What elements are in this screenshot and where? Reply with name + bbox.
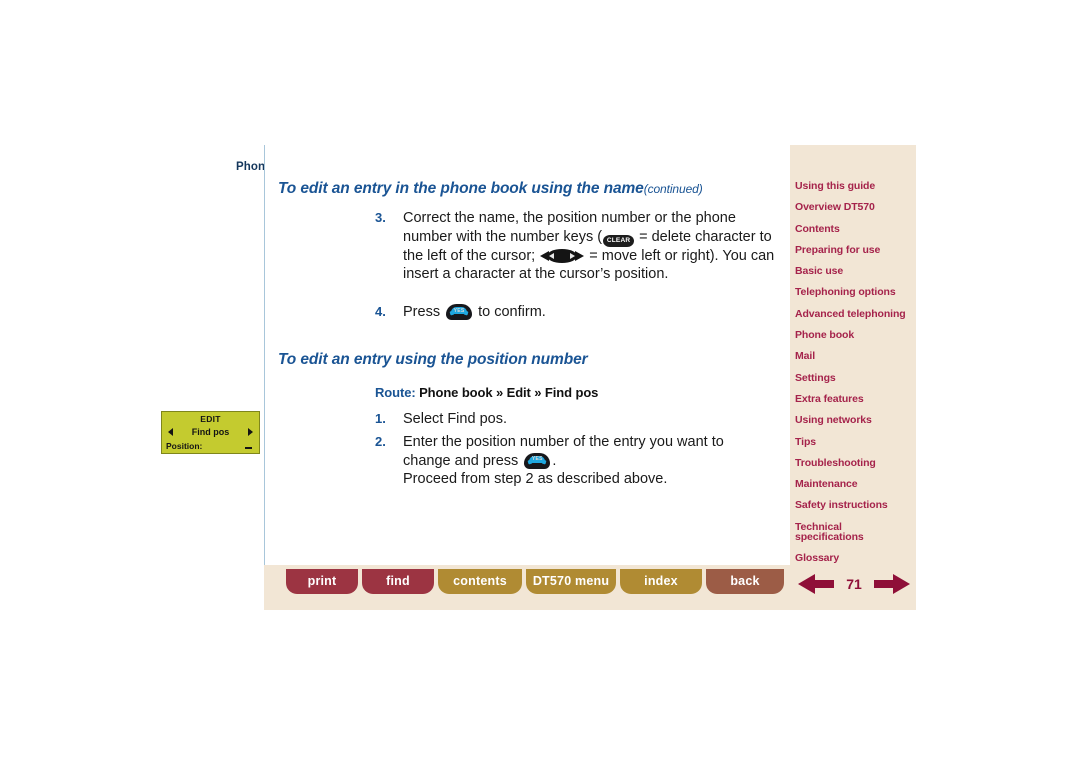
- step-number: 2.: [375, 434, 386, 449]
- sidebar-item-glossary[interactable]: Glossary: [795, 552, 912, 564]
- step-body: Select Find pos.: [403, 411, 507, 427]
- route-line: Route: Phone book » Edit » Find pos: [375, 385, 598, 400]
- stepa2-part2: .: [552, 452, 557, 469]
- sidebar-item-settings[interactable]: Settings: [795, 372, 912, 384]
- yes-key-label: YES: [453, 307, 465, 314]
- sidebar-item-technical-specifications[interactable]: Technical specifications: [795, 522, 912, 543]
- page-title: To edit an entry in the phone book using…: [278, 180, 703, 198]
- sidebar: Using this guide Overview DT570 Contents…: [790, 145, 916, 565]
- step-item-4: 4. Press YES to confirm.: [375, 303, 775, 322]
- stepa2-part1: Enter the position number of the entry y…: [403, 434, 724, 469]
- display-right-arrow-icon: [248, 428, 253, 436]
- sidebar-item-telephoning-options[interactable]: Telephoning options: [795, 287, 912, 298]
- sidebar-item-advanced-telephoning[interactable]: Advanced telephoning: [795, 308, 912, 320]
- yes-key-label: YES: [531, 456, 543, 462]
- sidebar-item-using-networks[interactable]: Using networks: [795, 415, 912, 426]
- sidebar-item-preparing-for-use[interactable]: Preparing for use: [795, 244, 912, 256]
- section-heading-position-number: To edit an entry using the position numb…: [278, 351, 588, 368]
- step-body: Correct the name, the position number or…: [403, 209, 775, 284]
- sidebar-item-phone-book[interactable]: Phone book: [795, 330, 912, 341]
- sidebar-item-overview-dt570[interactable]: Overview DT570: [795, 202, 912, 213]
- sidebar-item-tips[interactable]: Tips: [795, 436, 912, 448]
- step4-part1: Press: [403, 304, 445, 320]
- phone-display-illustration: EDIT Find pos Position:: [161, 411, 260, 454]
- sidebar-item-mail[interactable]: Mail: [795, 351, 912, 362]
- step-body: Enter the position number of the entry y…: [403, 433, 775, 489]
- print-button[interactable]: print: [286, 569, 358, 594]
- step4-part2: to confirm.: [474, 304, 546, 320]
- next-page-arrow-icon[interactable]: [874, 574, 910, 594]
- navigation-key-icon: [540, 248, 585, 263]
- step-body: Press YES to confirm.: [403, 303, 775, 322]
- dt570-menu-button[interactable]: DT570 menu: [526, 569, 616, 594]
- step-item-alt-2: 2. Enter the position number of the entr…: [375, 433, 775, 489]
- arrow-right-head: [893, 574, 910, 594]
- display-cursor: [245, 447, 252, 449]
- display-title: EDIT: [200, 414, 221, 424]
- nav-right-mark: [570, 252, 576, 259]
- sidebar-item-maintenance[interactable]: Maintenance: [795, 479, 912, 490]
- sidebar-item-contents[interactable]: Contents: [795, 223, 912, 235]
- step-item-3: 3. Correct the name, the position number…: [375, 209, 775, 284]
- index-button[interactable]: index: [620, 569, 702, 594]
- display-middle-text: Find pos: [191, 427, 230, 437]
- route-label: Route:: [375, 385, 416, 400]
- sidebar-item-troubleshooting[interactable]: Troubleshooting: [795, 457, 912, 469]
- sidebar-item-basic-use[interactable]: Basic use: [795, 266, 912, 277]
- pager: 71: [798, 568, 910, 600]
- display-bottom-text: Position:: [166, 441, 203, 451]
- page-title-text: To edit an entry in the phone book using…: [278, 180, 644, 197]
- step-number: 4.: [375, 304, 386, 319]
- step-number: 1.: [375, 411, 386, 426]
- sidebar-item-label-line2: specifications: [795, 531, 864, 544]
- sidebar-item-list: Using this guide Overview DT570 Contents…: [795, 181, 912, 574]
- page-title-continued: (continued): [643, 182, 703, 196]
- route-path: Phone book » Edit » Find pos: [419, 385, 599, 400]
- step-number: 3.: [375, 210, 386, 225]
- sidebar-item-safety-instructions[interactable]: Safety instructions: [795, 500, 912, 511]
- sidebar-item-using-this-guide[interactable]: Using this guide: [795, 181, 912, 192]
- stepa2-part3: Proceed from step 2 as described above.: [403, 471, 668, 487]
- document-page: Phone book To edit an entry in the phone…: [0, 0, 1080, 763]
- sidebar-item-extra-features[interactable]: Extra features: [795, 393, 912, 405]
- step-item-alt-1: 1. Select Find pos.: [375, 410, 775, 429]
- back-button[interactable]: back: [706, 569, 784, 594]
- find-button[interactable]: find: [362, 569, 434, 594]
- nav-left-mark: [549, 252, 555, 259]
- yes-key-icon: YES: [446, 304, 473, 320]
- arrow-right-shaft: [874, 580, 894, 588]
- clear-key-icon: CLEAR: [603, 234, 635, 247]
- yes-key-icon: YES: [524, 452, 551, 469]
- nav-right-triangle: [575, 250, 585, 261]
- contents-button[interactable]: contents: [438, 569, 522, 594]
